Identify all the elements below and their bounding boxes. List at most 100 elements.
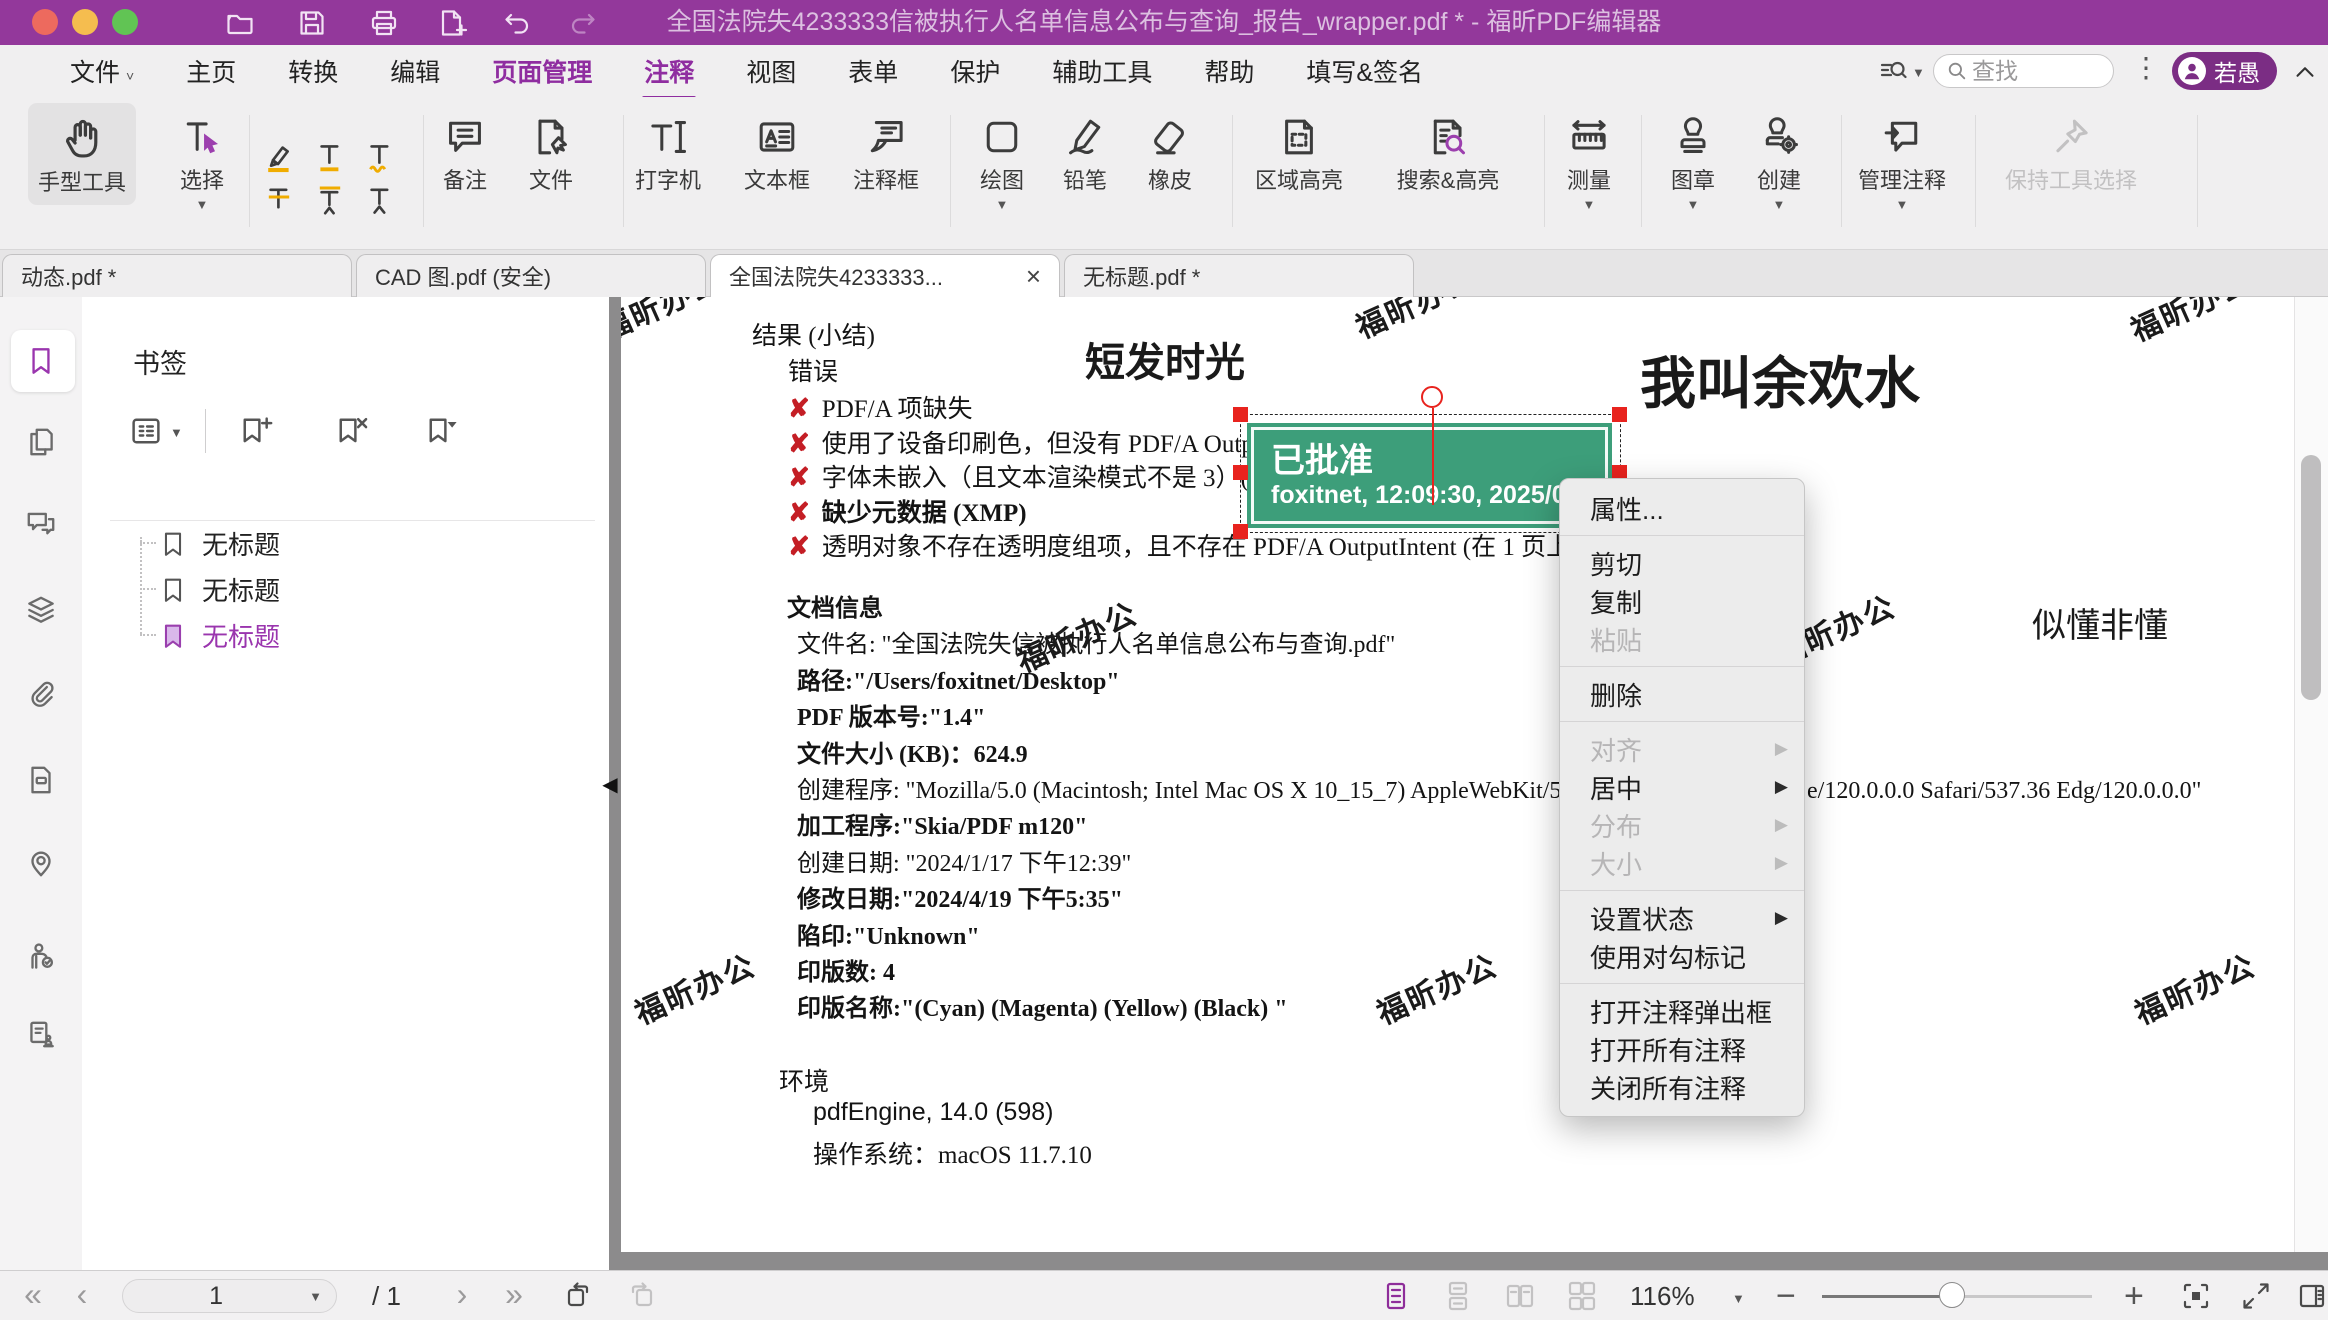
measure-tool-button[interactable]: 测量 ▼ <box>1567 105 1611 210</box>
pages-icon[interactable] <box>24 425 58 459</box>
hand-tool-button[interactable]: 手型工具 <box>28 103 136 205</box>
resize-handle-mid-left[interactable] <box>1233 465 1248 480</box>
menu-accessibility[interactable]: 辅助工具 <box>1052 53 1152 89</box>
scrollbar-thumb[interactable] <box>2301 455 2321 700</box>
search-highlight-tool-button[interactable]: 搜索&高亮 <box>1397 105 1500 195</box>
menu-item-cut[interactable]: 剪切 <box>1560 544 1804 582</box>
strikeout-tool-icon[interactable] <box>261 182 297 218</box>
squiggly-underline-tool-icon[interactable] <box>362 138 398 174</box>
layers-icon[interactable] <box>24 593 58 627</box>
annotation-text[interactable]: 我叫余欢水 <box>1640 339 1920 420</box>
first-page-icon[interactable]: « <box>24 1271 42 1320</box>
search-options-icon[interactable] <box>1878 56 1910 88</box>
replace-text-tool-icon[interactable] <box>312 182 348 218</box>
menu-item-center[interactable]: 居中▶ <box>1560 768 1804 806</box>
tab-document-3-active[interactable]: 全国法院失4233333... × <box>710 254 1060 297</box>
bookmarks-icon[interactable] <box>24 344 58 378</box>
zoom-slider-thumb[interactable] <box>1939 1282 1965 1308</box>
menu-item-open-all-notes[interactable]: 打开所有注释 <box>1560 1030 1804 1068</box>
typewriter-tool-button[interactable]: 打字机 <box>635 105 701 195</box>
callout-tool-button[interactable]: 注释框 <box>853 105 919 195</box>
menu-item-properties[interactable]: 属性... <box>1560 489 1804 527</box>
note-tool-button[interactable]: 备注 <box>443 105 487 195</box>
create-stamp-button[interactable]: 创建 ▼ <box>1757 105 1801 210</box>
menu-item-set-status[interactable]: 设置状态▶ <box>1560 899 1804 937</box>
zoom-level[interactable]: 116% <box>1630 1271 1695 1320</box>
underline-tool-icon[interactable] <box>312 138 348 174</box>
zoom-out-icon[interactable]: − <box>1776 1271 1796 1320</box>
menu-item-checkmark[interactable]: 使用对勾标记 <box>1560 937 1804 975</box>
destinations-icon[interactable] <box>24 846 58 880</box>
annotation-text[interactable]: 短发时光 <box>1085 330 1245 388</box>
menu-fill-sign[interactable]: 填写&签名 <box>1306 53 1423 89</box>
area-highlight-tool-button[interactable]: 区域高亮 <box>1255 105 1343 195</box>
chevron-down-icon[interactable]: ▼ <box>170 425 183 440</box>
resize-handle-bottom-left[interactable] <box>1233 524 1248 539</box>
menu-convert[interactable]: 转换 <box>288 53 338 89</box>
attachments-icon[interactable] <box>24 678 58 712</box>
drawing-tool-button[interactable]: 绘图 ▼ <box>980 105 1024 210</box>
menu-item-close-all-notes[interactable]: 关闭所有注释 <box>1560 1068 1804 1106</box>
menu-page-management[interactable]: 页面管理 <box>492 53 592 89</box>
vertical-scrollbar[interactable] <box>2294 297 2328 1252</box>
facing-continuous-icon[interactable] <box>1566 1280 1598 1312</box>
tab-document-2[interactable]: CAD 图.pdf (安全) <box>356 254 706 297</box>
more-options-icon[interactable]: ⋮ <box>2132 51 2160 84</box>
resize-handle-top-left[interactable] <box>1233 407 1248 422</box>
single-page-icon[interactable] <box>1380 1280 1412 1312</box>
previous-view-icon[interactable] <box>562 1280 594 1312</box>
delete-bookmark-icon[interactable] <box>334 413 370 449</box>
chevron-down-icon[interactable]: ▼ <box>1912 65 1925 80</box>
fullscreen-icon[interactable] <box>2240 1280 2272 1312</box>
bookmark-item-2[interactable]: 无标题 <box>158 571 280 608</box>
rotate-handle[interactable] <box>1421 386 1443 408</box>
search-input[interactable] <box>1970 57 2084 86</box>
menu-item-delete[interactable]: 删除 <box>1560 675 1804 713</box>
prev-page-icon[interactable]: ‹ <box>77 1271 88 1320</box>
fit-page-icon[interactable] <box>2180 1280 2212 1312</box>
chevron-down-icon[interactable]: ▼ <box>1732 1291 1745 1306</box>
eraser-tool-button[interactable]: 橡皮 <box>1148 105 1192 195</box>
signature-icon[interactable] <box>24 940 58 974</box>
menu-file[interactable]: 文件˅ <box>70 53 134 89</box>
menu-edit[interactable]: 编辑 <box>390 53 440 89</box>
next-page-icon[interactable]: › <box>457 1271 468 1320</box>
insert-text-tool-icon[interactable] <box>362 182 398 218</box>
manage-comments-button[interactable]: 管理注释 ▼ <box>1858 105 1946 210</box>
last-page-icon[interactable]: » <box>505 1271 523 1320</box>
bookmark-options-icon[interactable] <box>424 413 460 449</box>
menu-form[interactable]: 表单 <box>848 53 898 89</box>
annotation-text[interactable]: 似懂非懂 <box>2032 598 2168 647</box>
resize-handle-top-right[interactable] <box>1612 407 1627 422</box>
menu-item-open-popup[interactable]: 打开注释弹出框 <box>1560 992 1804 1030</box>
menu-help[interactable]: 帮助 <box>1204 53 1254 89</box>
stamp-tool-button[interactable]: 图章 ▼ <box>1671 105 1715 210</box>
fields-icon[interactable] <box>24 1018 58 1052</box>
comments-icon[interactable] <box>24 507 58 541</box>
textbox-tool-button[interactable]: 文本框 <box>744 105 810 195</box>
menu-item-copy[interactable]: 复制 <box>1560 582 1804 620</box>
panel-toggle-icon[interactable] <box>2296 1280 2328 1312</box>
chevron-down-icon[interactable]: ▼ <box>309 1289 322 1304</box>
page-number-value[interactable]: 1 <box>123 1282 309 1311</box>
close-icon[interactable]: × <box>1026 266 1041 286</box>
summary-icon[interactable] <box>24 763 58 797</box>
facing-icon[interactable] <box>1504 1280 1536 1312</box>
select-tool-button[interactable]: 选择 ▼ <box>180 105 224 210</box>
bookmark-item-1[interactable]: 无标题 <box>158 525 280 562</box>
collapse-panel-handle[interactable]: ◀ <box>600 765 620 805</box>
highlight-tool-icon[interactable] <box>261 138 297 174</box>
menu-home[interactable]: 主页 <box>186 53 236 89</box>
zoom-in-icon[interactable]: + <box>2124 1271 2144 1320</box>
menu-view[interactable]: 视图 <box>746 53 796 89</box>
collapse-toolbar-icon[interactable] <box>2290 57 2320 87</box>
menu-protect[interactable]: 保护 <box>950 53 1000 89</box>
continuous-icon[interactable] <box>1442 1280 1474 1312</box>
page-number-box[interactable]: 1 ▼ <box>122 1279 337 1313</box>
user-account-button[interactable]: 若愚 <box>2172 52 2277 90</box>
file-attachment-tool-button[interactable]: 文件 <box>529 105 573 195</box>
bookmark-item-3-selected[interactable]: 无标题 <box>158 617 280 654</box>
menu-comment[interactable]: 注释 <box>644 53 694 89</box>
add-bookmark-icon[interactable] <box>238 413 274 449</box>
bookmark-list-menu-icon[interactable] <box>128 413 164 449</box>
